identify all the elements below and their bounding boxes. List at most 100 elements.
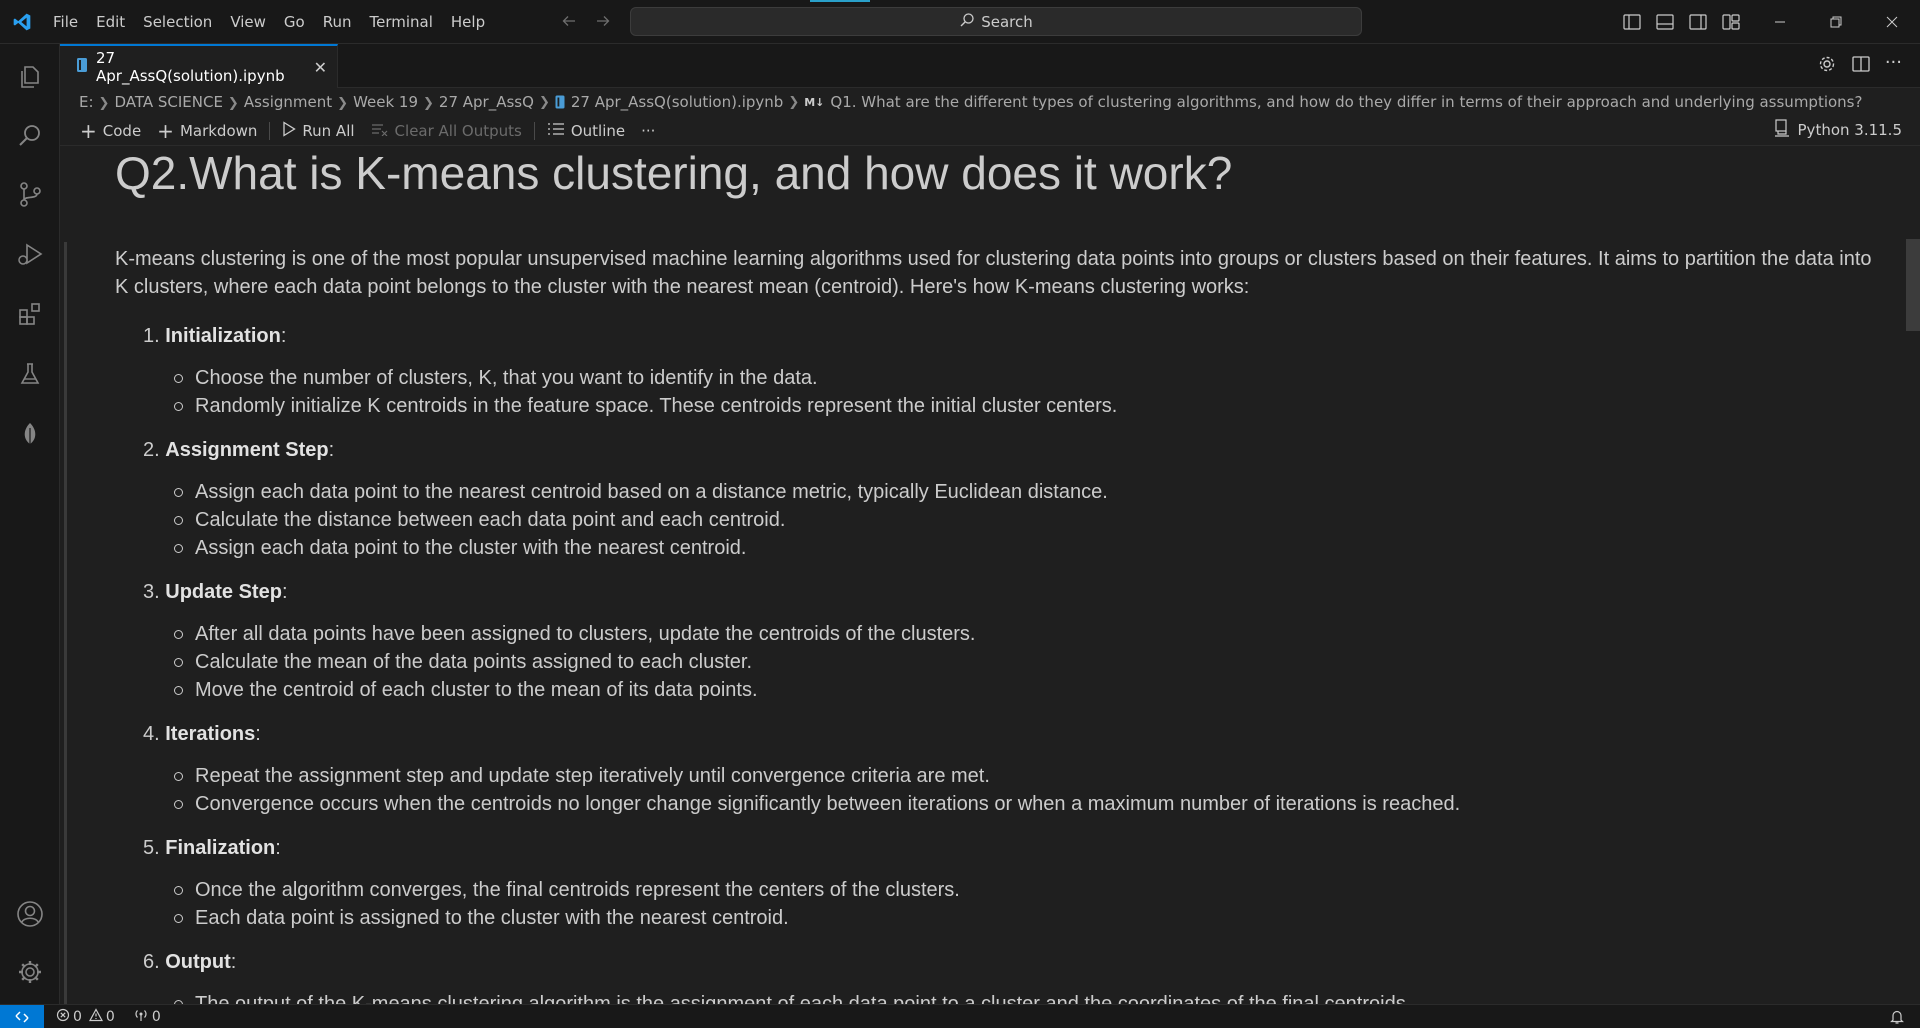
breadcrumb-section[interactable]: Q1. What are the different types of clus… <box>830 93 1862 111</box>
add-markdown-label: Markdown <box>179 121 258 140</box>
restore-icon[interactable] <box>1808 0 1864 44</box>
remote-indicator-icon[interactable] <box>0 1004 44 1028</box>
window-controls <box>1752 0 1920 44</box>
menu-terminal[interactable]: Terminal <box>361 7 442 37</box>
testing-icon[interactable] <box>0 346 60 402</box>
breadcrumb: E: ❯ DATA SCIENCE ❯ Assignment ❯ Week 19 ❯ 27 Ap… <box>60 88 1920 116</box>
search-label: Search <box>981 12 1033 31</box>
forward-arrow-icon[interactable] <box>592 8 614 34</box>
menu-run[interactable]: Run <box>314 7 361 37</box>
split-editor-icon[interactable] <box>1851 54 1871 78</box>
notebook-settings-gear-icon[interactable] <box>1817 54 1837 78</box>
steps-list: 1. Initialization: Choose the number of c… <box>115 322 1895 1004</box>
menu-edit[interactable]: Edit <box>87 7 134 37</box>
breadcrumb-item[interactable]: DATA SCIENCE <box>114 93 222 111</box>
manage-gear-icon[interactable] <box>0 944 60 1000</box>
bullet-item: Move the centroid of each cluster to the… <box>174 676 1895 704</box>
step-title-text: Update Step <box>165 581 282 603</box>
kernel-picker[interactable]: Python 3.11.5 <box>1774 119 1902 141</box>
step-number: 3. <box>143 581 160 603</box>
step-sublist: Assign each data point to the nearest ce… <box>115 478 1895 562</box>
breadcrumb-item[interactable]: Week 19 <box>353 93 418 111</box>
step-number: 2. <box>143 439 160 461</box>
activity-bar <box>0 44 60 1004</box>
step-title: 3. Update Step: <box>143 581 288 603</box>
step-item: 5. Finalization: Once the algorithm conve… <box>115 834 1895 932</box>
problems-status[interactable]: 0 0 <box>50 1007 121 1026</box>
notebook-cell-area[interactable]: Q2.What is K-means clustering, and how d… <box>60 147 1920 1004</box>
bullet-item: Assign each data point to the cluster wi… <box>174 534 1895 562</box>
step-title-text: Initialization <box>165 325 281 347</box>
source-control-icon[interactable] <box>0 166 60 222</box>
title-accent <box>810 0 870 2</box>
bullet-item: Calculate the distance between each data… <box>174 506 1895 534</box>
breadcrumb-item[interactable]: Assignment <box>244 93 332 111</box>
bullet-item: Calculate the mean of the data points as… <box>174 648 1895 676</box>
accounts-icon[interactable] <box>0 886 60 942</box>
breadcrumb-item[interactable]: 27 Apr_AssQ <box>439 93 534 111</box>
explorer-icon[interactable] <box>0 48 60 104</box>
toggle-panel-icon[interactable] <box>1653 10 1677 34</box>
chevron-right-icon: ❯ <box>98 96 110 111</box>
back-arrow-icon[interactable] <box>558 8 580 34</box>
outline-button[interactable]: Outline <box>539 118 633 144</box>
close-tab-icon[interactable]: ✕ <box>314 58 327 77</box>
outline-label: Outline <box>570 121 626 140</box>
editor-actions: ··· <box>1817 54 1902 78</box>
kernel-label: Python 3.11.5 <box>1797 121 1902 139</box>
breadcrumb-item[interactable]: E: <box>79 93 94 111</box>
error-count: 0 <box>73 1008 82 1025</box>
minimize-icon[interactable] <box>1752 0 1808 44</box>
cell-heading: Q2.What is K-means clustering, and how d… <box>115 147 1233 199</box>
add-markdown-cell-button[interactable]: + Markdown <box>149 118 265 144</box>
navigation-arrows <box>558 8 614 34</box>
notifications-bell-icon[interactable] <box>1890 1009 1904 1028</box>
clear-all-outputs-label: Clear All Outputs <box>394 121 522 140</box>
step-title-text: Output <box>165 951 231 973</box>
step-sublist: Once the algorithm converges, the final … <box>115 876 1895 932</box>
scrollbar-thumb[interactable] <box>1906 239 1920 331</box>
chevron-right-icon: ❯ <box>788 94 800 110</box>
step-sublist: Repeat the assignment step and update st… <box>115 762 1895 818</box>
ports-count: 0 <box>151 1008 161 1025</box>
step-sublist: The output of the K-means clustering alg… <box>115 990 1895 1004</box>
kernel-server-icon <box>1774 119 1790 141</box>
tab-notebook[interactable]: 27 Apr_AssQ(solution).ipynb ✕ <box>60 44 338 88</box>
markdown-icon: M↓ <box>804 95 825 109</box>
notebook-file-icon <box>555 95 565 109</box>
bullet-item: Once the algorithm converges, the final … <box>174 876 1895 904</box>
menu-selection[interactable]: Selection <box>134 7 221 37</box>
mongodb-leaf-icon[interactable] <box>0 406 60 462</box>
search-view-icon[interactable] <box>0 108 60 164</box>
toolbar-more-button[interactable]: ··· <box>633 118 663 144</box>
add-code-cell-button[interactable]: + Code <box>72 118 149 144</box>
customize-layout-icon[interactable] <box>1719 10 1743 34</box>
step-sublist: After all data points have been assigned… <box>115 620 1895 704</box>
chevron-right-icon: ❯ <box>423 96 434 111</box>
step-item: 2. Assignment Step: Assign each data poin… <box>115 436 1895 562</box>
breadcrumb-file[interactable]: 27 Apr_AssQ(solution).ipynb <box>571 93 783 111</box>
step-number: 1. <box>143 325 160 347</box>
clear-all-icon <box>371 122 389 140</box>
toggle-primary-sidebar-icon[interactable] <box>1620 10 1644 34</box>
status-bar: 0 0 0 <box>0 1004 1920 1028</box>
menu-go[interactable]: Go <box>275 7 314 37</box>
editor-tabs: 27 Apr_AssQ(solution).ipynb ✕ ··· <box>60 44 1920 88</box>
menu-view[interactable]: View <box>221 7 275 37</box>
toggle-secondary-sidebar-icon[interactable] <box>1686 10 1710 34</box>
menu-help[interactable]: Help <box>442 7 494 37</box>
step-item: 3. Update Step: After all data points hav… <box>115 578 1895 704</box>
list-icon <box>547 122 565 140</box>
more-actions-icon[interactable]: ··· <box>1885 54 1902 78</box>
run-debug-icon[interactable] <box>0 226 60 282</box>
menu-file[interactable]: File <box>44 7 87 37</box>
clear-all-outputs-button[interactable]: Clear All Outputs <box>363 118 530 144</box>
command-center-search[interactable]: Search <box>630 7 1362 36</box>
run-all-button[interactable]: Run All <box>274 118 362 144</box>
extensions-icon[interactable] <box>0 286 60 342</box>
chevron-right-icon: ❯ <box>538 94 550 110</box>
layout-controls <box>1620 10 1743 34</box>
notebook-toolbar: + Code + Markdown Run All Clear All Outp… <box>60 116 1920 146</box>
close-window-icon[interactable] <box>1864 0 1920 44</box>
ports-status[interactable]: 0 <box>127 1008 167 1026</box>
